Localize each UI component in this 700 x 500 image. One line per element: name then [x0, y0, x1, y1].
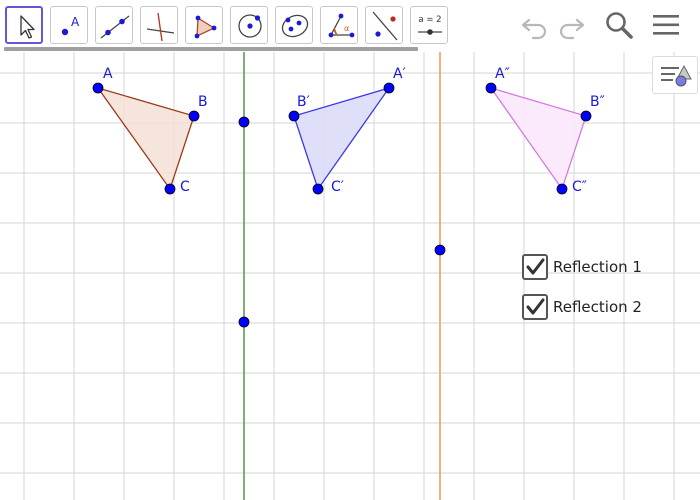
checkmark-icon [526, 298, 545, 315]
label-c-double-prime: C″ [572, 179, 587, 195]
point-icon-letter: A [71, 15, 80, 29]
polygon-tool-button[interactable] [185, 6, 223, 44]
label-c-prime: C′ [331, 179, 344, 195]
undo-icon[interactable] [519, 10, 549, 40]
point-a-prime[interactable] [383, 82, 395, 94]
style-bar-toggle-button[interactable] [652, 56, 698, 94]
checkbox-reflection-1-label: Reflection 1 [553, 258, 642, 276]
point-b[interactable] [188, 110, 200, 122]
label-a-double-prime: A″ [495, 66, 510, 82]
triangle-abc[interactable] [96, 86, 195, 191]
ellipse-icon [281, 14, 309, 38]
redo-icon[interactable] [557, 10, 587, 40]
point-c[interactable] [164, 183, 176, 195]
label-a: A [103, 66, 113, 82]
checkmark-icon [526, 258, 545, 275]
point-c-double-prime[interactable] [556, 183, 568, 195]
label-b-prime: B′ [297, 94, 310, 110]
point-a-double-prime[interactable] [485, 82, 497, 94]
mirror-line-1-point-top[interactable] [238, 116, 250, 128]
search-icon[interactable] [604, 10, 634, 40]
angle-tool-button[interactable]: α [320, 6, 358, 44]
label-b-double-prime: B″ [590, 94, 605, 110]
slider-icon: a = 2 [418, 15, 442, 35]
point-b-double-prime[interactable] [580, 110, 592, 122]
geogebra-app: A α a = 2 A B C A′ B′ C′ A″ B″ C″ Reflec… [0, 0, 700, 500]
mirror-line-2-point[interactable] [434, 244, 446, 256]
point-b-prime[interactable] [288, 110, 300, 122]
checkbox-reflection-2-label: Reflection 2 [553, 298, 642, 316]
slider-tool-button[interactable]: a = 2 [410, 6, 448, 44]
point-a[interactable] [92, 82, 104, 94]
label-c: C [180, 179, 190, 195]
label-b: B [198, 94, 208, 110]
reflect-tool-button[interactable] [365, 6, 403, 44]
toolbar: A α a = 2 [0, 0, 700, 52]
graphics-canvas[interactable]: A B C A′ B′ C′ A″ B″ C″ [0, 52, 700, 500]
label-a-prime: A′ [393, 66, 406, 82]
circle-center-point-icon [238, 14, 262, 38]
angle-icon: α [328, 13, 355, 38]
checkbox-reflection-2-box[interactable] [522, 294, 548, 320]
point-c-prime[interactable] [312, 183, 324, 195]
slider-icon-text: a = 2 [418, 15, 441, 25]
style-bar-icon [661, 64, 692, 87]
line-through-points-icon [100, 15, 130, 39]
triangle-polygon-icon [194, 15, 217, 39]
svg-text:α: α [344, 24, 349, 33]
line-tool-button[interactable] [95, 6, 133, 44]
point-icon: A [61, 15, 80, 36]
move-tool-button[interactable] [5, 6, 43, 44]
point-tool-button[interactable]: A [50, 6, 88, 44]
triangle-a-double-prime[interactable] [489, 86, 587, 191]
perpendicular-line-tool-button[interactable] [140, 6, 178, 44]
checkbox-reflection-1-box[interactable] [522, 254, 548, 280]
menu-icon[interactable] [651, 10, 681, 40]
mirror-line-1-point-bottom[interactable] [238, 316, 250, 328]
circle-tool-button[interactable] [230, 6, 268, 44]
reflect-about-line-icon [372, 11, 398, 41]
toolbar-scrollbar[interactable] [4, 47, 418, 51]
perpendicular-line-icon [146, 12, 175, 42]
cursor-arrow-icon [20, 15, 35, 39]
conic-tool-button[interactable] [275, 6, 313, 44]
